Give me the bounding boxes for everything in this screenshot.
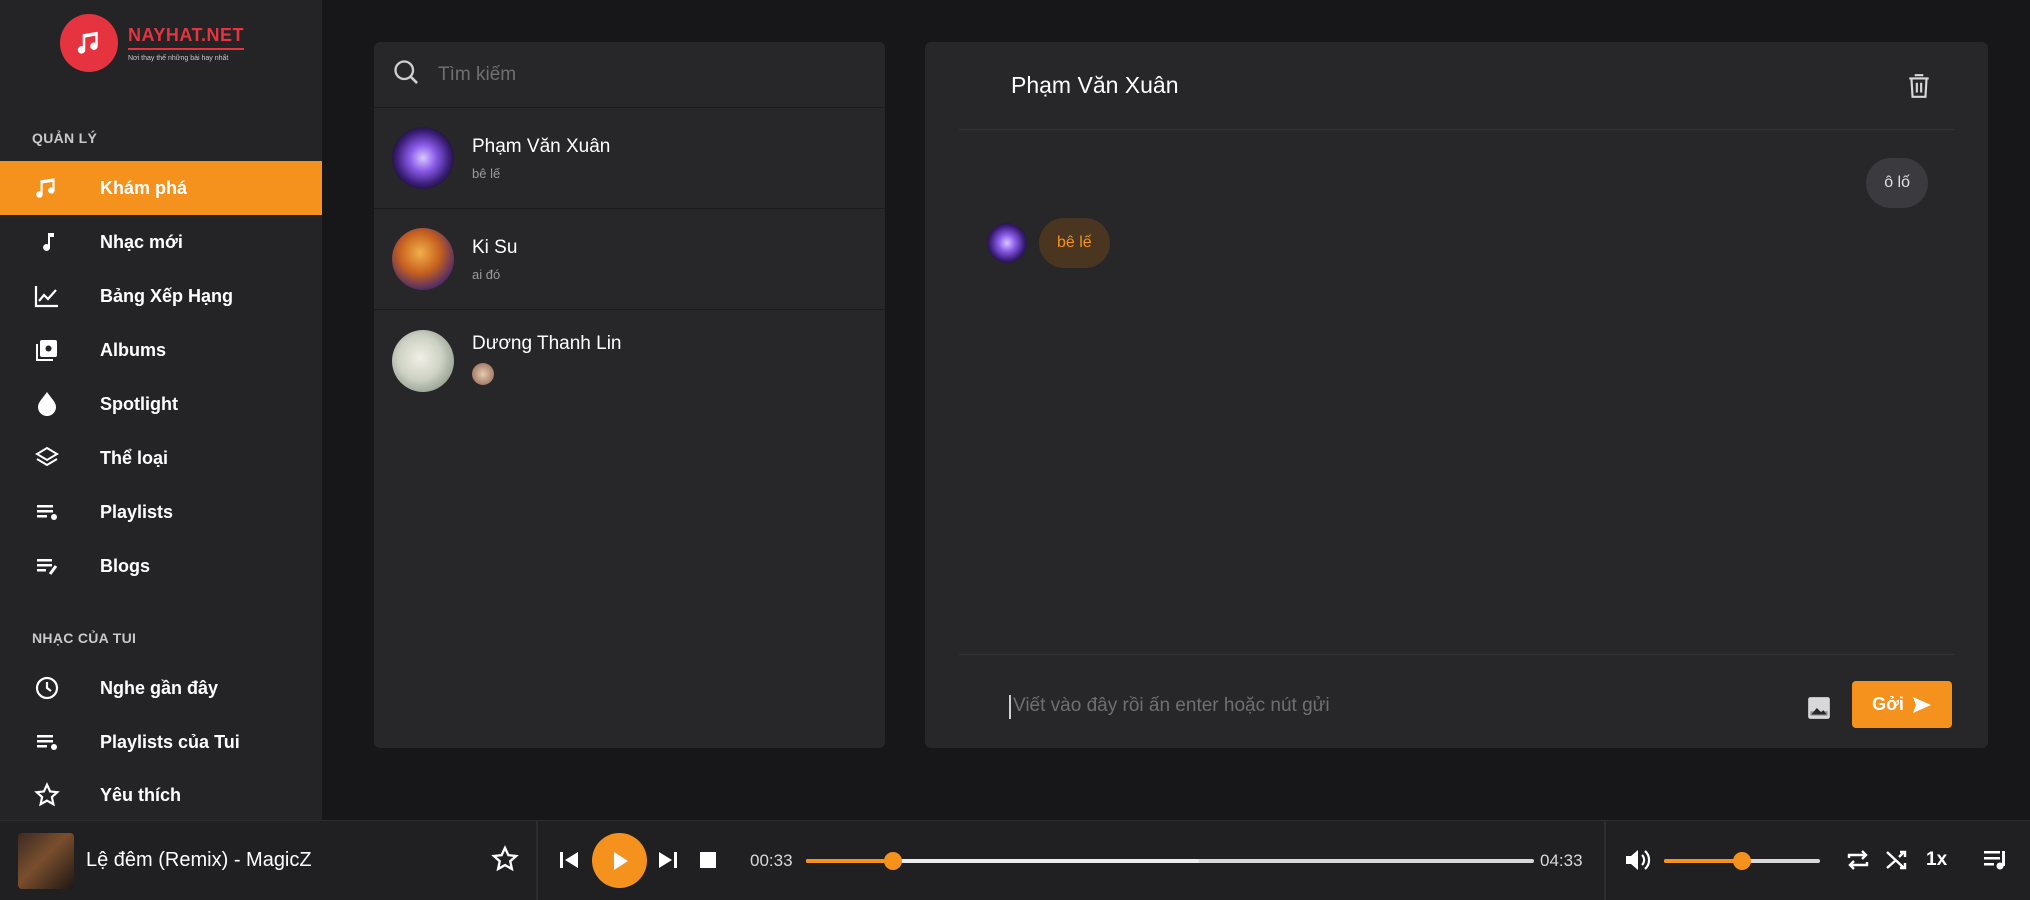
layers-icon [32,443,62,473]
star-icon [32,780,62,810]
sidebar-item-recent[interactable]: Nghe gần đây [0,661,322,715]
volume-icon[interactable] [1624,847,1652,878]
sidebar-item-label: Nhạc mới [100,231,183,252]
divider [1604,821,1606,900]
playlist-icon [32,727,62,757]
text-caret [1009,695,1011,719]
conversation-last-message: ai đó [472,266,501,282]
album-icon [32,335,62,365]
chat-header: Phạm Văn Xuân [959,42,1954,130]
sidebar-item-discover[interactable]: Khám phá [0,161,322,215]
sidebar-item-label: Albums [100,339,167,360]
stop-icon[interactable] [698,850,718,875]
chart-icon [32,281,62,311]
avatar [392,127,454,189]
avatar [392,228,454,290]
sidebar-item-label: Bảng Xếp Hạng [100,285,234,306]
message-composer: Viết vào đây rồi ấn enter hoặc nút gửi G… [959,654,1954,748]
conversation-last-message [472,363,621,388]
sidebar-item-playlists[interactable]: Playlists [0,485,322,539]
send-icon [1912,696,1931,713]
chat-title: Phạm Văn Xuân [1011,72,1179,98]
track-title: Lệ đêm (Remix) - MagicZ [86,849,312,871]
brand-slogan: Nơi thay thế những bài hay nhất [128,54,229,62]
track-artwork [18,833,74,889]
sidebar-item-label: Thể loại [100,447,169,468]
brand-name: NAYHAT.NET [128,25,245,50]
trash-icon[interactable] [1906,72,1932,105]
logo[interactable]: NAYHAT.NET Nơi thay thế những bài hay nh… [60,14,245,72]
queue-icon[interactable] [1982,847,2008,878]
divider [536,821,538,900]
conversation-name: Phạm Văn Xuân [472,135,611,157]
player-bar: Lệ đêm (Remix) - MagicZ 00:33 04:33 1x [0,820,2030,900]
music-logo-icon [60,14,118,72]
sidebar-item-label: Playlists của Tui [100,731,240,752]
drop-icon [32,389,62,419]
conversation-name: Dương Thanh Lin [472,333,622,354]
conversation-last-message: bê lế [472,165,501,181]
conversation-name: Ki Su [472,236,518,258]
progress-handle[interactable] [884,852,903,870]
clock-icon [32,673,62,703]
conversation-item[interactable]: Ki Su ai đó [374,209,885,310]
avatar [392,329,454,392]
shuffle-icon[interactable] [1884,847,1910,878]
sidebar-item-charts[interactable]: Bảng Xếp Hạng [0,269,322,323]
send-button[interactable]: Gởi [1852,681,1952,728]
sidebar-item-label: Nghe gần đây [100,677,219,698]
image-icon[interactable] [1806,695,1832,721]
blog-icon [32,551,62,581]
sidebar-item-my-playlists[interactable]: Playlists của Tui [0,715,322,769]
play-icon [613,851,628,870]
playlist-icon [32,497,62,527]
volume-slider[interactable] [1664,852,1820,870]
message-bubble-incoming: bê lế [1039,218,1110,268]
conversation-item[interactable]: Dương Thanh Lin [374,310,885,411]
sidebar-item-genres[interactable]: Thể loại [0,431,322,485]
sidebar-item-label: Spotlight [100,393,178,414]
repeat-icon[interactable] [1845,847,1871,878]
sidebar-item-label: Playlists [100,501,174,522]
current-time: 00:33 [750,851,793,870]
section-my-music: NHẠC CỦA TUI [32,630,137,646]
music-note-icon [32,227,62,257]
previous-icon[interactable] [558,847,580,878]
message-incoming: bê lế [987,218,1110,268]
sticker-icon [472,363,494,385]
sidebar-item-albums[interactable]: Albums [0,323,322,377]
sidebar-item-spotlight[interactable]: Spotlight [0,377,322,431]
music-note-icon [32,173,62,203]
search-icon [392,58,420,91]
play-button[interactable] [592,833,647,888]
message-bubble-outgoing: ô lố [1866,158,1928,208]
sidebar-item-blogs[interactable]: Blogs [0,539,322,593]
sidebar-item-label: Yêu thích [100,784,182,805]
sidebar-item-favorites[interactable]: Yêu thích [0,768,322,822]
sidebar-item-label: Blogs [100,555,151,576]
playback-speed[interactable]: 1x [1926,849,1947,871]
search-input[interactable]: Tìm kiếm [438,64,516,86]
progress-fill [806,859,894,863]
section-manage: QUẢN LÝ [32,130,98,146]
favorite-star-icon[interactable] [491,845,519,878]
sidebar-item-new-music[interactable]: Nhạc mới [0,215,322,269]
duration: 04:33 [1540,851,1583,870]
chat-panel: Phạm Văn Xuân ô lố bê lế Viết vào đây rồ… [925,42,1988,748]
progress-bar[interactable] [806,852,1534,870]
search-box[interactable]: Tìm kiếm [374,42,885,108]
message-input[interactable]: Viết vào đây rồi ấn enter hoặc nút gửi [1013,695,1330,717]
avatar [987,223,1027,263]
sidebar-item-label: Khám phá [100,177,188,198]
sidebar: NAYHAT.NET Nơi thay thế những bài hay nh… [0,0,322,820]
next-icon[interactable] [657,847,679,878]
volume-fill [1664,859,1742,863]
volume-handle[interactable] [1733,852,1751,870]
conversation-item[interactable]: Phạm Văn Xuân bê lế [374,108,885,209]
send-button-label: Gởi [1872,694,1904,714]
conversation-list-panel: Tìm kiếm Phạm Văn Xuân bê lế Ki Su ai đó… [374,42,885,748]
